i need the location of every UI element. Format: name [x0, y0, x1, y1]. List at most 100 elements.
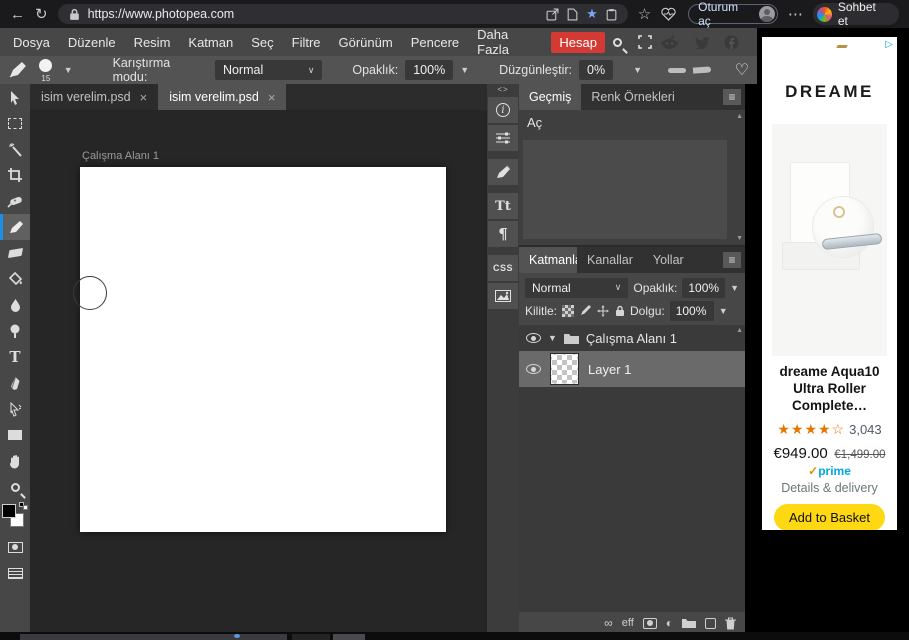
healing-tool[interactable] — [0, 188, 30, 214]
layer-opacity-input[interactable]: 100% — [682, 278, 725, 298]
page-icon[interactable] — [566, 8, 579, 21]
histogram-panel-icon[interactable] — [488, 283, 518, 309]
brush-tip-preview[interactable]: 15 — [35, 59, 57, 81]
foreground-color[interactable] — [2, 504, 16, 518]
pen-tool[interactable] — [0, 370, 30, 396]
blur-tool[interactable] — [0, 292, 30, 318]
reddit-icon[interactable] — [660, 35, 679, 50]
scroll-up-icon[interactable]: ▲ — [736, 327, 743, 334]
fullscreen-icon[interactable] — [638, 35, 652, 49]
menu-gorunum[interactable]: Görünüm — [330, 30, 402, 55]
link-layers-icon[interactable]: ∞ — [604, 616, 613, 630]
brush-settings-panel-icon[interactable] — [488, 159, 518, 185]
panel-menu-icon[interactable]: ≡ — [723, 89, 741, 105]
marquee-select-tool[interactable] — [0, 110, 30, 136]
menu-resim[interactable]: Resim — [125, 30, 180, 55]
lock-all-icon[interactable] — [615, 305, 625, 317]
document-tab-2[interactable]: isim verelim.psd × — [158, 84, 286, 110]
tab-swatches[interactable]: Renk Örnekleri — [581, 84, 684, 110]
product-image[interactable] — [772, 124, 887, 356]
menu-duzenle[interactable]: Düzenle — [59, 30, 125, 55]
fill-input[interactable]: 100% — [670, 301, 714, 321]
delete-layer-icon[interactable] — [725, 617, 736, 630]
close-icon[interactable]: × — [268, 90, 276, 105]
copilot-button[interactable]: Sohbet et — [813, 3, 899, 25]
address-bar[interactable]: https://www.photopea.com ★ — [58, 4, 628, 24]
menu-sec[interactable]: Seç — [242, 30, 282, 55]
menu-katman[interactable]: Katman — [179, 30, 242, 55]
layer-blend-select[interactable]: Normal ∨ — [525, 278, 628, 298]
back-icon[interactable]: ← — [10, 7, 25, 22]
character-panel-icon[interactable]: Tt — [488, 193, 518, 219]
menu-filtre[interactable]: Filtre — [283, 30, 330, 55]
panel-menu-icon[interactable]: ≡ — [723, 252, 741, 268]
adchoices-icon[interactable]: ▷ — [885, 39, 893, 50]
lock-position-icon[interactable] — [597, 305, 609, 317]
visibility-eye-icon[interactable] — [526, 333, 541, 343]
strip-collapse-icon[interactable]: <> — [497, 85, 508, 95]
search-icon[interactable] — [613, 38, 622, 47]
pressure-opacity-icon[interactable] — [668, 68, 686, 73]
close-icon[interactable]: × — [140, 90, 148, 105]
bookmark-filled-icon[interactable]: ★ — [586, 6, 598, 22]
color-swatches[interactable] — [0, 500, 30, 534]
browser-menu-icon[interactable]: ⋯ — [788, 7, 803, 22]
group-expand-icon[interactable]: ▼ — [548, 333, 557, 343]
quick-mask-tool[interactable] — [0, 534, 30, 560]
layer-row-selected[interactable]: Layer 1 — [519, 351, 745, 387]
screen-mode-tool[interactable] — [0, 560, 30, 586]
css-panel-icon[interactable]: CSS — [488, 255, 518, 281]
layer-thumbnail[interactable] — [551, 354, 578, 384]
type-tool[interactable]: T — [0, 344, 30, 370]
product-title[interactable]: dreame Aqua10 Ultra Roller Complete… — [762, 364, 897, 415]
layer-effects-icon[interactable]: eff — [622, 617, 634, 629]
fill-dropdown-icon[interactable]: ▼ — [719, 306, 728, 316]
clipboard-icon[interactable] — [605, 8, 618, 21]
adjustment-layer-icon[interactable]: ◐ — [666, 616, 673, 630]
magic-wand-tool[interactable] — [0, 136, 30, 162]
rectangle-shape-tool[interactable] — [0, 422, 30, 448]
reload-icon[interactable]: ↻ — [35, 7, 48, 22]
add-mask-icon[interactable] — [643, 618, 657, 629]
lock-transparency-icon[interactable] — [562, 305, 574, 317]
facebook-icon[interactable] — [724, 35, 739, 50]
paragraph-panel-icon[interactable]: ¶ — [488, 221, 518, 247]
share-icon[interactable] — [546, 8, 559, 21]
scroll-down-icon[interactable]: ▼ — [736, 235, 743, 242]
visibility-eye-icon[interactable] — [526, 364, 541, 374]
smoothing-input[interactable]: 0% — [579, 60, 613, 80]
paint-bucket-tool[interactable] — [0, 266, 30, 292]
smoothing-dropdown-icon[interactable]: ▼ — [633, 65, 642, 75]
menu-dosya[interactable]: Dosya — [4, 30, 59, 55]
opacity-dropdown-icon[interactable]: ▼ — [460, 65, 469, 75]
history-entry-open[interactable]: Aç — [519, 110, 745, 136]
lock-pixels-icon[interactable] — [580, 305, 591, 316]
brush-tool[interactable] — [0, 214, 30, 240]
brush-dropdown-icon[interactable]: ▼ — [64, 65, 73, 75]
collections-star-icon[interactable]: ☆ — [638, 7, 651, 22]
new-group-icon[interactable] — [682, 618, 696, 628]
account-button[interactable]: Hesap — [551, 32, 605, 53]
tab-channels[interactable]: Kanallar — [577, 247, 643, 273]
canvas[interactable] — [80, 167, 446, 532]
layer-opacity-dropdown-icon[interactable]: ▼ — [730, 283, 739, 293]
move-tool[interactable] — [0, 84, 30, 110]
info-panel-icon[interactable]: i — [488, 97, 518, 123]
scroll-up-icon[interactable]: ▲ — [736, 113, 743, 120]
history-snapshot-area[interactable] — [523, 140, 727, 239]
eraser-tool[interactable] — [0, 240, 30, 266]
brush-preset-icon[interactable] — [8, 61, 28, 79]
zoom-tool[interactable] — [0, 474, 30, 500]
layer-group-row[interactable]: ▼ Çalışma Alanı 1 — [519, 325, 745, 351]
workspace[interactable]: Çalışma Alanı 1 — [30, 110, 487, 632]
tab-layers[interactable]: Katmanlar — [519, 247, 577, 273]
twitter-icon[interactable] — [693, 35, 710, 49]
menu-pencere[interactable]: Pencere — [402, 30, 468, 55]
crop-tool[interactable] — [0, 162, 30, 188]
hand-tool[interactable] — [0, 448, 30, 474]
browser-essentials-icon[interactable] — [661, 7, 676, 21]
document-tab-1[interactable]: isim verelim.psd × — [30, 84, 158, 110]
product-rating[interactable]: ★★★★☆ 3,043 — [762, 421, 897, 438]
pressure-size-icon[interactable] — [693, 66, 711, 73]
adjustments-panel-icon[interactable] — [488, 125, 518, 151]
